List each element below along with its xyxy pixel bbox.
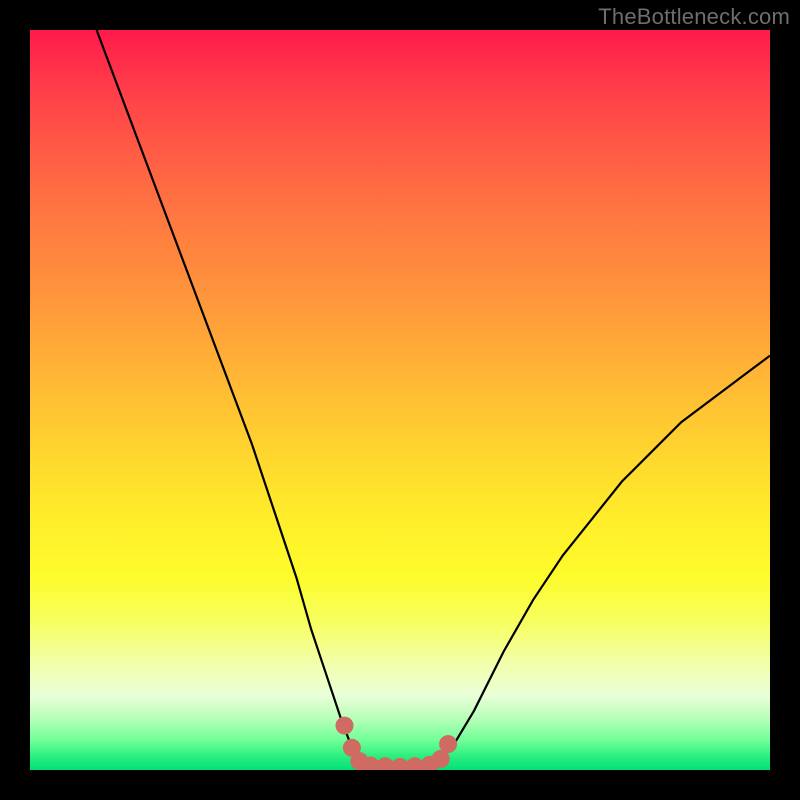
- chart-svg: [30, 30, 770, 770]
- highlight-dot-group: [336, 717, 458, 770]
- bottleneck-curve: [97, 30, 770, 767]
- attribution-text: TheBottleneck.com: [598, 4, 790, 30]
- highlight-dot: [336, 717, 354, 735]
- plot-area: [30, 30, 770, 770]
- highlight-dot: [439, 735, 457, 753]
